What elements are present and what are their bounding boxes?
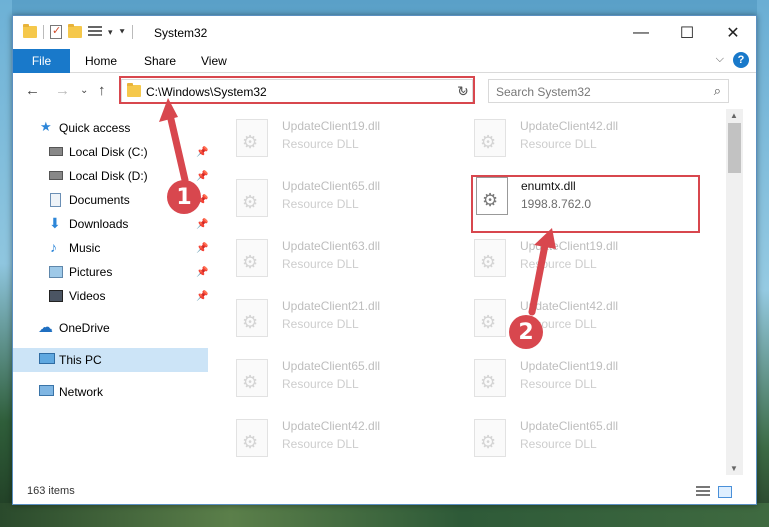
annotation-arrows [159, 98, 556, 316]
step-2-callout: 2 [509, 315, 543, 349]
step-1-callout: 1 [167, 180, 201, 214]
